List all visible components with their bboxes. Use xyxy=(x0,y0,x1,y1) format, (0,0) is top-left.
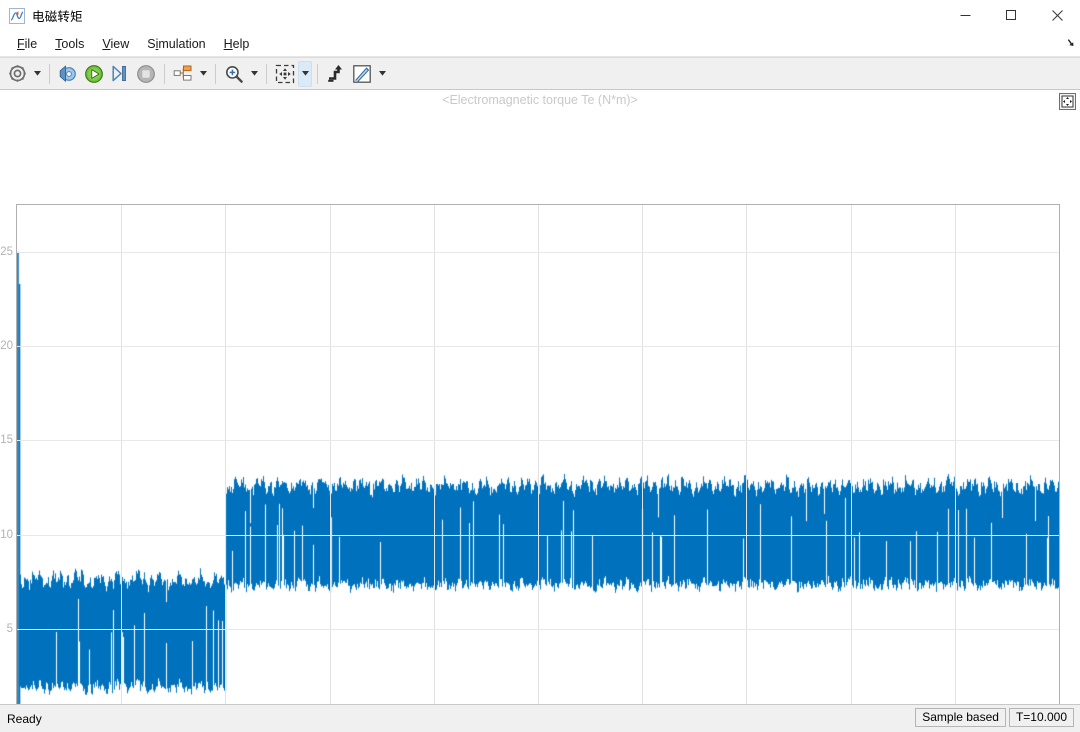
status-panels: Sample based T=10.000 xyxy=(915,708,1074,727)
toolbar xyxy=(0,57,1080,90)
menu-file[interactable]: File xyxy=(8,35,46,54)
menu-tools-rest: ools xyxy=(61,36,85,51)
menu-tools[interactable]: Tools xyxy=(46,35,93,54)
minimize-button[interactable] xyxy=(942,0,988,31)
fit-to-view-icon[interactable] xyxy=(272,61,298,87)
title-bar: 电磁转矩 xyxy=(0,0,1080,32)
menu-simulation-pre: S xyxy=(147,36,156,51)
run-play-icon[interactable] xyxy=(81,61,107,87)
y-tick-label: 20 xyxy=(0,340,13,353)
zoom-dropdown-caret-icon[interactable] xyxy=(247,61,261,87)
configuration-dropdown-caret-icon[interactable] xyxy=(30,61,44,87)
simulink-scope-icon xyxy=(9,7,25,24)
menu-help[interactable]: Help xyxy=(215,35,259,54)
toolbar-expand-arrow-icon[interactable] xyxy=(1060,36,1074,50)
window-controls xyxy=(942,0,1080,31)
expand-layout-icon[interactable] xyxy=(1059,93,1076,110)
y-tick-label: 25 xyxy=(0,246,13,259)
close-button[interactable] xyxy=(1034,0,1080,31)
grid-line-horizontal xyxy=(17,535,1059,536)
y-tick-label: 10 xyxy=(0,528,13,541)
toolbar-separator xyxy=(49,63,50,84)
cursor-measurements-icon[interactable] xyxy=(323,61,349,87)
y-tick-label: 15 xyxy=(0,434,13,447)
y-axis-tick-labels: 0510152025 xyxy=(0,204,13,704)
grid-line-horizontal xyxy=(17,346,1059,347)
status-message: Ready xyxy=(7,711,42,726)
status-panel-time: T=10.000 xyxy=(1008,708,1074,727)
menu-help-rest: elp xyxy=(232,36,250,51)
status-bar: Ready Sample based T=10.000 xyxy=(0,704,1080,732)
menu-file-rest: ile xyxy=(24,36,38,51)
style-icon[interactable] xyxy=(349,61,375,87)
signal-selection-dropdown-caret-icon[interactable] xyxy=(196,61,210,87)
menu-help-mnemonic: H xyxy=(223,36,233,51)
menu-simulation[interactable]: Simulation xyxy=(138,35,214,54)
style-dropdown-caret-icon[interactable] xyxy=(375,61,389,87)
scope-window: 电磁转矩 File Tools View Simulation Help <El… xyxy=(0,0,1080,732)
toolbar-separator xyxy=(215,63,216,84)
zoom-in-icon[interactable] xyxy=(221,61,247,87)
toolbar-separator xyxy=(164,63,165,84)
run-back-to-start-icon[interactable] xyxy=(55,61,81,87)
menu-view[interactable]: View xyxy=(93,35,138,54)
grid-line-horizontal xyxy=(17,252,1059,253)
menu-file-mnemonic: F xyxy=(17,36,25,51)
menu-view-rest: iew xyxy=(110,36,130,51)
menu-simulation-rest: mulation xyxy=(158,36,206,51)
menu-bar: File Tools View Simulation Help xyxy=(0,32,1080,57)
configuration-properties-icon[interactable] xyxy=(4,61,30,87)
window-title: 电磁转矩 xyxy=(32,10,83,24)
toolbar-separator xyxy=(317,63,318,84)
step-forward-icon[interactable] xyxy=(107,61,133,87)
grid-line-horizontal xyxy=(17,440,1059,441)
signal-selection-icon[interactable] xyxy=(170,61,196,87)
toolbar-separator xyxy=(266,63,267,84)
maximize-button[interactable] xyxy=(988,0,1034,31)
scope-plot-area: <Electromagnetic torque Te (N*m)> 051015… xyxy=(0,90,1080,704)
stop-icon[interactable] xyxy=(133,61,159,87)
axes[interactable] xyxy=(16,204,1060,704)
status-panel-sample-mode: Sample based xyxy=(915,708,1006,727)
fit-to-view-dropdown-caret-icon[interactable] xyxy=(298,60,312,87)
y-tick-label: 5 xyxy=(6,622,13,635)
grid-line-horizontal xyxy=(17,629,1059,630)
plot-title: <Electromagnetic torque Te (N*m)> xyxy=(442,93,638,107)
